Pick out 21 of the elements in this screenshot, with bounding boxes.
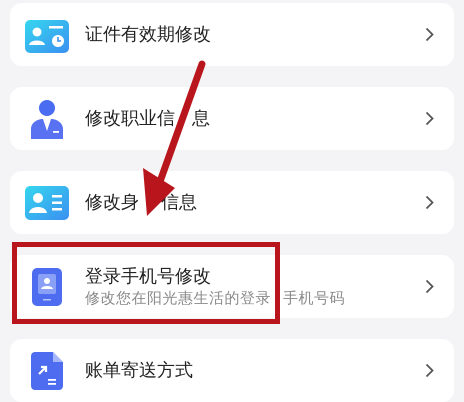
item-title: 修改身 [85,192,139,214]
item-title: 修改职业信 [85,108,175,130]
chevron-right-icon [425,27,434,42]
chevron-right-icon [425,363,434,378]
menu-item[interactable]: 证件有效期修改 [10,3,454,66]
businessman-icon [29,98,65,138]
menu-item[interactable]: 账单寄送方式 [10,339,454,402]
chevron-right-icon [425,111,434,126]
item-title: 证件有效期修改 [85,24,211,46]
menu-item[interactable]: 登录手机号修改 修改您在阳光惠生活的登录 手机号码 [10,255,454,318]
document-arrow-icon [31,352,63,390]
chevron-right-icon [425,195,434,210]
chevron-right-icon [425,279,434,294]
item-title: 息 [192,108,210,130]
item-subtitle: 修改您在阳光惠生活的登录 [85,288,271,308]
contact-card-icon [25,186,69,220]
item-subtitle: 手机号码 [283,288,345,308]
item-title: 登录手机号修改 [85,266,211,288]
item-title: 账单寄送方式 [85,360,193,382]
menu-item[interactable]: 修改职业信 息 [10,87,454,150]
phone-icon [32,268,62,306]
